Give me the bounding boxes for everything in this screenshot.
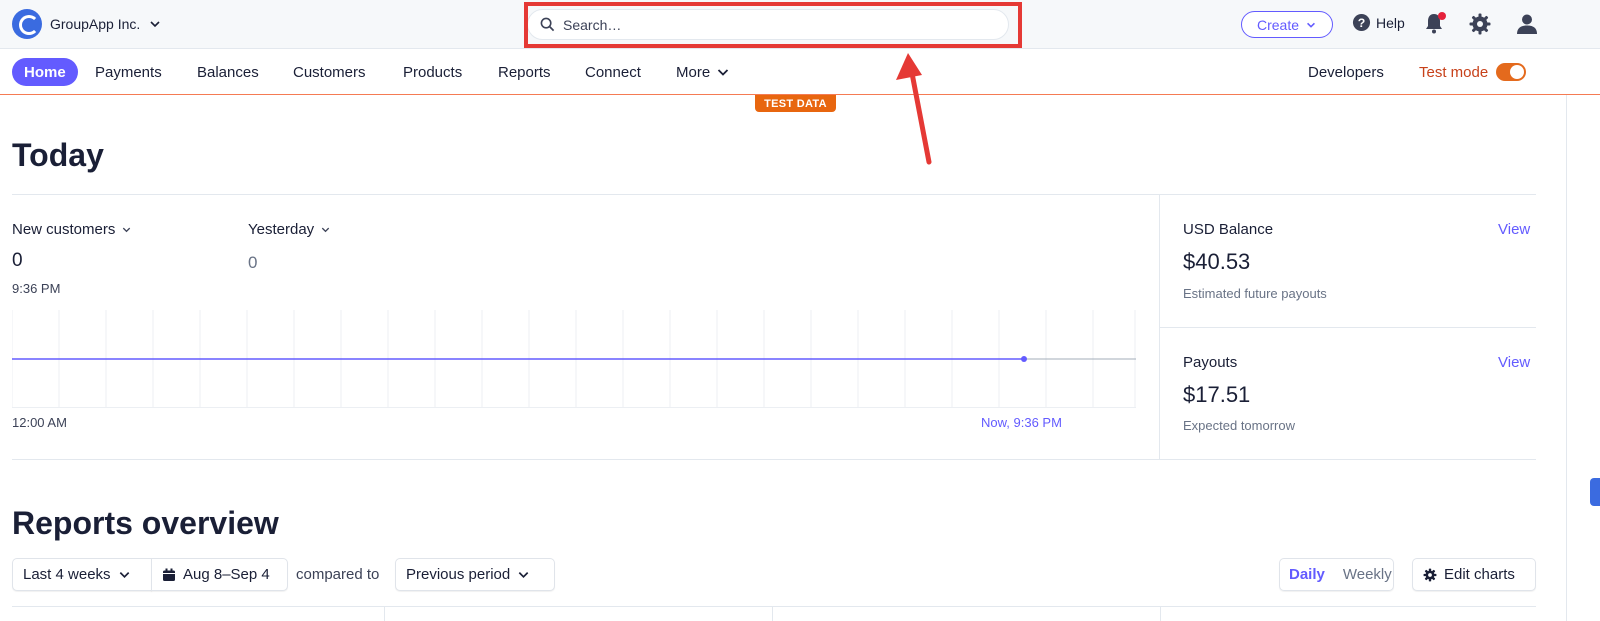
- payouts-view-link[interactable]: View: [1498, 354, 1530, 371]
- usd-balance-view-link[interactable]: View: [1498, 221, 1530, 238]
- nav-reports[interactable]: Reports: [498, 58, 551, 86]
- notification-dot: [1438, 12, 1446, 20]
- gear-icon: [1423, 568, 1437, 581]
- scroll-area-edge: [1566, 95, 1567, 621]
- nav-developers[interactable]: Developers: [1308, 58, 1384, 86]
- nav-more[interactable]: More: [676, 58, 730, 86]
- usd-balance-amount: $40.53: [1183, 249, 1251, 274]
- reports-overview-title: Reports overview: [12, 505, 279, 541]
- chevron-down-icon: [119, 572, 129, 579]
- compare-label: Yesterday: [248, 221, 315, 238]
- chevron-down-icon: [123, 227, 131, 233]
- create-label: Create: [1256, 16, 1300, 33]
- payouts-amount: $17.51: [1183, 382, 1251, 407]
- compare-selector[interactable]: Yesterday: [248, 221, 331, 238]
- top-bar: GroupApp Inc. Create ? Help: [0, 0, 1600, 49]
- date-range-select[interactable]: Last 4 weeks: [12, 558, 152, 591]
- edit-charts-button[interactable]: Edit charts: [1412, 558, 1536, 591]
- test-mode-label: Test mode: [1419, 63, 1489, 81]
- divider: [12, 459, 1536, 460]
- payouts-title: Payouts: [1183, 354, 1238, 371]
- payouts-subtitle: Expected tomorrow: [1183, 418, 1295, 433]
- user-profile-icon[interactable]: [1515, 12, 1539, 36]
- annotation-arrow-icon: [896, 53, 932, 165]
- create-button[interactable]: Create: [1241, 11, 1333, 38]
- date-range-value: Aug 8–Sep 4: [183, 566, 270, 583]
- nav-connect[interactable]: Connect: [585, 58, 641, 86]
- interval-toggle: Daily Weekly: [1279, 558, 1394, 591]
- chevron-down-icon: [1307, 22, 1315, 28]
- customers-line-chart: [12, 310, 1136, 408]
- divider: [384, 606, 385, 621]
- main-nav: Home Payments Balances Customers Product…: [0, 49, 1600, 95]
- nav-customers[interactable]: Customers: [293, 58, 366, 86]
- test-data-badge: TEST DATA: [755, 95, 836, 112]
- chevron-down-icon: [150, 21, 160, 28]
- search-icon: [540, 17, 555, 32]
- nav-home[interactable]: Home: [12, 58, 78, 86]
- divider: [12, 194, 1536, 195]
- date-picker-button[interactable]: Aug 8–Sep 4: [151, 558, 288, 591]
- divider: [1160, 327, 1536, 328]
- nav-products[interactable]: Products: [403, 58, 462, 86]
- divider: [12, 606, 1536, 607]
- search-bar[interactable]: [527, 9, 1009, 40]
- nav-payments[interactable]: Payments: [95, 58, 162, 86]
- chevron-down-icon: [322, 227, 330, 233]
- divider: [1160, 606, 1161, 621]
- edit-charts-label: Edit charts: [1444, 566, 1515, 583]
- help-label: Help: [1376, 14, 1405, 31]
- chevron-down-icon: [718, 69, 729, 76]
- side-panel-tab[interactable]: [1590, 478, 1600, 506]
- nav-balances[interactable]: Balances: [197, 58, 259, 86]
- metric-selector[interactable]: New customers: [12, 221, 132, 238]
- test-mode-toggle[interactable]: Test mode: [1419, 58, 1527, 86]
- settings-gear-icon[interactable]: [1468, 12, 1492, 36]
- comparison-period-select[interactable]: Previous period: [395, 558, 555, 591]
- daily-option[interactable]: Daily: [1280, 566, 1334, 583]
- divider: [772, 606, 773, 621]
- help-button[interactable]: ? Help: [1352, 13, 1405, 32]
- nav-more-label: More: [676, 63, 711, 81]
- notifications-button[interactable]: [1424, 12, 1446, 36]
- usd-balance-subtitle: Estimated future payouts: [1183, 286, 1327, 301]
- metric-value: 0: [12, 250, 23, 271]
- axis-now-label: Now, 9:36 PM: [981, 415, 1062, 430]
- today-title: Today: [12, 137, 104, 173]
- metric-label: New customers: [12, 221, 116, 238]
- comparison-period-label: Previous period: [406, 566, 511, 583]
- usd-balance-title: USD Balance: [1183, 221, 1274, 238]
- compare-value: 0: [248, 253, 258, 272]
- current-point-marker: [1021, 356, 1027, 362]
- account-switcher[interactable]: GroupApp Inc.: [12, 8, 162, 40]
- search-input[interactable]: [563, 16, 983, 33]
- compared-to-label: compared to: [296, 566, 380, 583]
- svg-text:?: ?: [1358, 16, 1366, 30]
- help-icon: ?: [1352, 13, 1371, 32]
- weekly-option[interactable]: Weekly: [1334, 566, 1401, 583]
- axis-start-label: 12:00 AM: [12, 415, 67, 430]
- date-range-label: Last 4 weeks: [23, 566, 111, 583]
- toggle-switch[interactable]: [1496, 63, 1527, 81]
- chevron-down-icon: [518, 572, 529, 579]
- calendar-icon: [163, 568, 175, 581]
- account-logo-icon: [12, 9, 42, 39]
- metric-time: 9:36 PM: [12, 281, 61, 296]
- account-name: GroupApp Inc.: [50, 16, 141, 32]
